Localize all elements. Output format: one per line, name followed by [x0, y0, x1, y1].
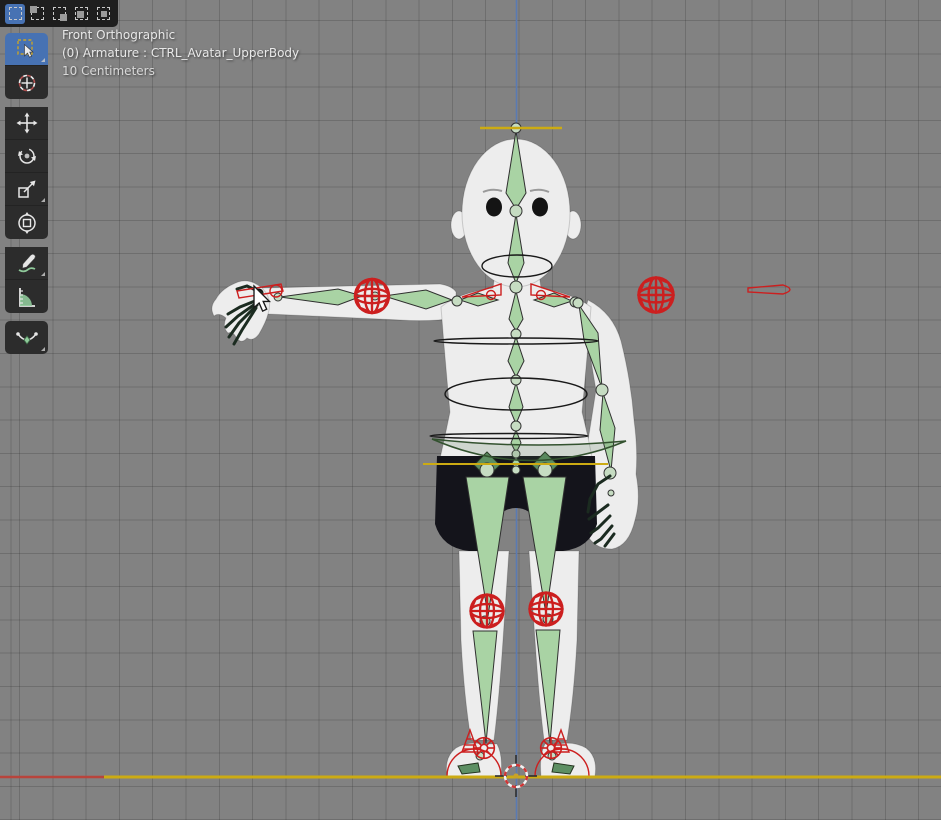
knee-sphere-control-right[interactable] [530, 593, 563, 626]
tool-scale[interactable] [5, 173, 48, 206]
eye-left [486, 198, 502, 217]
select-extend-icon [31, 7, 44, 20]
scale-icon [15, 177, 39, 201]
tool-measure[interactable] [5, 280, 48, 313]
annotate-icon [15, 251, 39, 275]
select-mode-extend[interactable] [27, 4, 47, 24]
select-mode-invert[interactable] [71, 4, 91, 24]
tool-rotate[interactable] [5, 140, 48, 173]
select-invert-icon [75, 7, 88, 20]
knee-sphere-control-left[interactable] [471, 595, 504, 628]
transform-icon [15, 211, 39, 235]
select-mode-set[interactable] [5, 4, 25, 24]
tool-move[interactable] [5, 107, 48, 140]
active-object-label: (0) Armature : CTRL_Avatar_UpperBody [62, 44, 299, 62]
tool-annotate[interactable] [5, 247, 48, 280]
scene-canvas[interactable] [0, 0, 941, 820]
measure-icon [15, 285, 39, 309]
character-mesh [212, 139, 638, 776]
pose-breakdowner-icon [15, 326, 39, 350]
move-icon [15, 111, 39, 135]
eye-right [532, 198, 548, 217]
rotate-icon [15, 144, 39, 168]
tool-transform[interactable] [5, 206, 48, 239]
select-box-icon [15, 37, 39, 61]
select-mode-bar [0, 0, 118, 27]
grid-scale-label: 10 Centimeters [62, 62, 299, 80]
tool-cursor[interactable] [5, 66, 48, 99]
select-mode-intersect[interactable] [93, 4, 113, 24]
ik-blade-control-floating[interactable] [748, 285, 790, 294]
viewport-overlay-text: Front Orthographic (0) Armature : CTRL_A… [62, 26, 299, 80]
select-set-icon [9, 7, 22, 20]
tool-shelf [5, 33, 48, 362]
select-mode-subtract[interactable] [49, 4, 69, 24]
tool-pose-breakdowner[interactable] [5, 321, 48, 354]
blender-3d-viewport[interactable]: Front Orthographic (0) Armature : CTRL_A… [0, 0, 941, 820]
ik-sphere-control-floating[interactable] [639, 278, 674, 313]
tool-select-box[interactable] [5, 33, 48, 66]
elbow-sphere-control-left[interactable] [355, 279, 389, 313]
view-name-label: Front Orthographic [62, 26, 299, 44]
select-intersect-icon [97, 7, 110, 20]
cursor-tool-icon [15, 71, 39, 95]
select-subtract-icon [53, 7, 66, 20]
